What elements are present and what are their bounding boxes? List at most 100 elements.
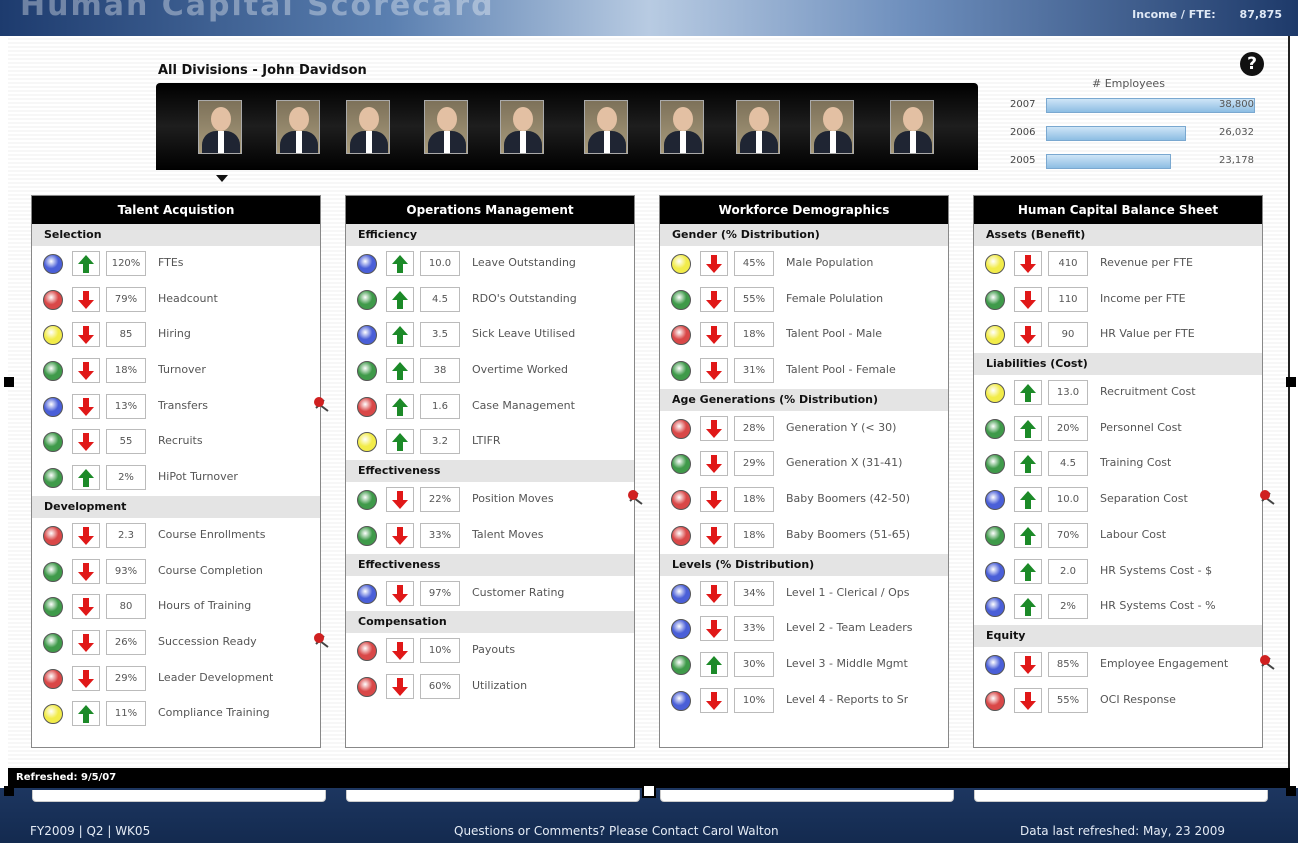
- kpi-row[interactable]: 33% Talent Moves: [346, 518, 634, 554]
- kpi-row[interactable]: 60% Utilization: [346, 669, 634, 705]
- kpi-row[interactable]: 45% Male Population: [660, 246, 948, 282]
- pushpin-icon[interactable]: [1258, 489, 1278, 507]
- kpi-row[interactable]: 4.5 RDO's Outstanding: [346, 282, 634, 318]
- kpi-row[interactable]: 110 Income per FTE: [974, 282, 1262, 318]
- arrow-up-icon: [1020, 562, 1036, 581]
- pushpin-icon[interactable]: [312, 396, 332, 414]
- kpi-row[interactable]: 1.6 Case Management: [346, 389, 634, 425]
- pushpin-icon[interactable]: [626, 489, 646, 507]
- executive-photo[interactable]: [810, 100, 854, 154]
- kpi-row[interactable]: 79% Headcount: [32, 282, 320, 318]
- data-last-refreshed: Data last refreshed: May, 23 2009: [1020, 824, 1226, 838]
- resize-handle-right[interactable]: [1286, 377, 1296, 387]
- kpi-row[interactable]: 85% Employee Engagement: [974, 647, 1275, 683]
- kpi-row[interactable]: 55% Female Polulation: [660, 282, 948, 318]
- contact-link[interactable]: Questions or Comments? Please Contact Ca…: [454, 824, 779, 838]
- kpi-row[interactable]: 4.5 Training Cost: [974, 446, 1262, 482]
- panel-tab[interactable]: [346, 790, 640, 802]
- executive-photo[interactable]: [276, 100, 320, 154]
- kpi-row[interactable]: 70% Labour Cost: [974, 518, 1262, 554]
- kpi-row[interactable]: 13% Transfers: [32, 389, 329, 425]
- executive-photo[interactable]: [890, 100, 934, 154]
- kpi-row[interactable]: 85 Hiring: [32, 317, 320, 353]
- kpi-row[interactable]: 120% FTEs: [32, 246, 320, 282]
- kpi-row[interactable]: 11% Compliance Training: [32, 696, 320, 732]
- kpi-row[interactable]: 18% Baby Boomers (42-50): [660, 482, 948, 518]
- employees-row: 2006 26,032: [1000, 124, 1270, 144]
- kpi-row[interactable]: 93% Course Completion: [32, 554, 320, 590]
- arrow-down-icon: [1020, 326, 1036, 345]
- kpi-row[interactable]: 31% Talent Pool - Female: [660, 353, 948, 389]
- executive-photo[interactable]: [500, 100, 544, 154]
- arrow-up-icon: [78, 469, 94, 488]
- kpi-label: Payouts: [472, 643, 516, 657]
- kpi-value: 13.0: [1048, 380, 1088, 406]
- trend-indicator: [700, 322, 728, 348]
- executive-photo[interactable]: [346, 100, 390, 154]
- arrow-up-icon: [706, 655, 722, 674]
- kpi-row[interactable]: 3.2 LTIFR: [346, 424, 634, 460]
- resize-handle-left[interactable]: [4, 377, 14, 387]
- kpi-row[interactable]: 18% Turnover: [32, 353, 320, 389]
- status-indicator-icon: [43, 325, 63, 346]
- kpi-value: 97%: [420, 580, 460, 606]
- pushpin-icon[interactable]: [312, 632, 332, 650]
- kpi-row[interactable]: 18% Talent Pool - Male: [660, 317, 948, 353]
- status-indicator-icon: [671, 289, 691, 310]
- arrow-down-icon: [392, 677, 408, 696]
- kpi-row[interactable]: 2% HiPot Turnover: [32, 460, 320, 496]
- kpi-label: Succession Ready: [158, 634, 257, 648]
- kpi-row[interactable]: 2% HR Systems Cost - %: [974, 589, 1262, 625]
- trend-indicator: [72, 322, 100, 348]
- kpi-row[interactable]: 33% Level 2 - Team Leaders: [660, 611, 948, 647]
- kpi-row[interactable]: 22% Position Moves: [346, 482, 643, 518]
- pushpin-icon[interactable]: [1258, 654, 1278, 672]
- kpi-row[interactable]: 2.3 Course Enrollments: [32, 518, 320, 554]
- kpi-row[interactable]: 410 Revenue per FTE: [974, 246, 1262, 282]
- kpi-label: Talent Pool - Male: [786, 327, 883, 341]
- executive-photo[interactable]: [424, 100, 468, 154]
- resize-handle-bottom[interactable]: [642, 784, 656, 798]
- kpi-row[interactable]: 80 Hours of Training: [32, 589, 320, 625]
- trend-indicator: [1014, 415, 1042, 441]
- kpi-row[interactable]: 29% Leader Development: [32, 661, 320, 697]
- kpi-row[interactable]: 26% Succession Ready: [32, 625, 329, 661]
- kpi-row[interactable]: 97% Customer Rating: [346, 576, 634, 612]
- employees-value: 26,032: [1219, 127, 1254, 138]
- panel-tab[interactable]: [32, 790, 326, 802]
- kpi-row[interactable]: 10% Level 4 - Reports to Sr: [660, 683, 948, 719]
- status-indicator-icon: [985, 654, 1005, 675]
- kpi-value: 13%: [106, 393, 146, 419]
- kpi-row[interactable]: 38 Overtime Worked: [346, 353, 634, 389]
- kpi-row[interactable]: 30% Level 3 - Middle Mgmt: [660, 647, 948, 683]
- kpi-row[interactable]: 2.0 HR Systems Cost - $: [974, 554, 1262, 590]
- resize-handle-bottom-right[interactable]: [1286, 786, 1296, 796]
- trend-indicator: [700, 580, 728, 606]
- kpi-row[interactable]: 34% Level 1 - Clerical / Ops: [660, 576, 948, 612]
- executive-photo[interactable]: [584, 100, 628, 154]
- kpi-row[interactable]: 10.0 Separation Cost: [974, 482, 1275, 518]
- resize-handle-bottom-left[interactable]: [4, 786, 14, 796]
- kpi-value: 11%: [106, 701, 146, 727]
- kpi-value: 110: [1048, 286, 1088, 312]
- panel-tab[interactable]: [660, 790, 954, 802]
- arrow-up-icon: [1020, 455, 1036, 474]
- executive-photo[interactable]: [198, 100, 242, 154]
- kpi-row[interactable]: 55 Recruits: [32, 424, 320, 460]
- kpi-row[interactable]: 13.0 Recruitment Cost: [974, 375, 1262, 411]
- kpi-row[interactable]: 29% Generation X (31-41): [660, 446, 948, 482]
- income-per-fte-label: Income / FTE:: [1132, 8, 1216, 21]
- executive-photo[interactable]: [660, 100, 704, 154]
- status-indicator-icon: [671, 583, 691, 604]
- kpi-row[interactable]: 20% Personnel Cost: [974, 411, 1262, 447]
- kpi-row[interactable]: 28% Generation Y (< 30): [660, 411, 948, 447]
- kpi-panel: Operations Management Efficiency 10.0 Leave…: [345, 195, 643, 748]
- panel-tab[interactable]: [974, 790, 1268, 802]
- kpi-row[interactable]: 90 HR Value per FTE: [974, 317, 1262, 353]
- kpi-row[interactable]: 10% Payouts: [346, 633, 634, 669]
- kpi-row[interactable]: 10.0 Leave Outstanding: [346, 246, 634, 282]
- kpi-row[interactable]: 3.5 Sick Leave Utilised: [346, 317, 634, 353]
- kpi-row[interactable]: 18% Baby Boomers (51-65): [660, 518, 948, 554]
- executive-photo[interactable]: [736, 100, 780, 154]
- kpi-row[interactable]: 55% OCI Response: [974, 683, 1262, 719]
